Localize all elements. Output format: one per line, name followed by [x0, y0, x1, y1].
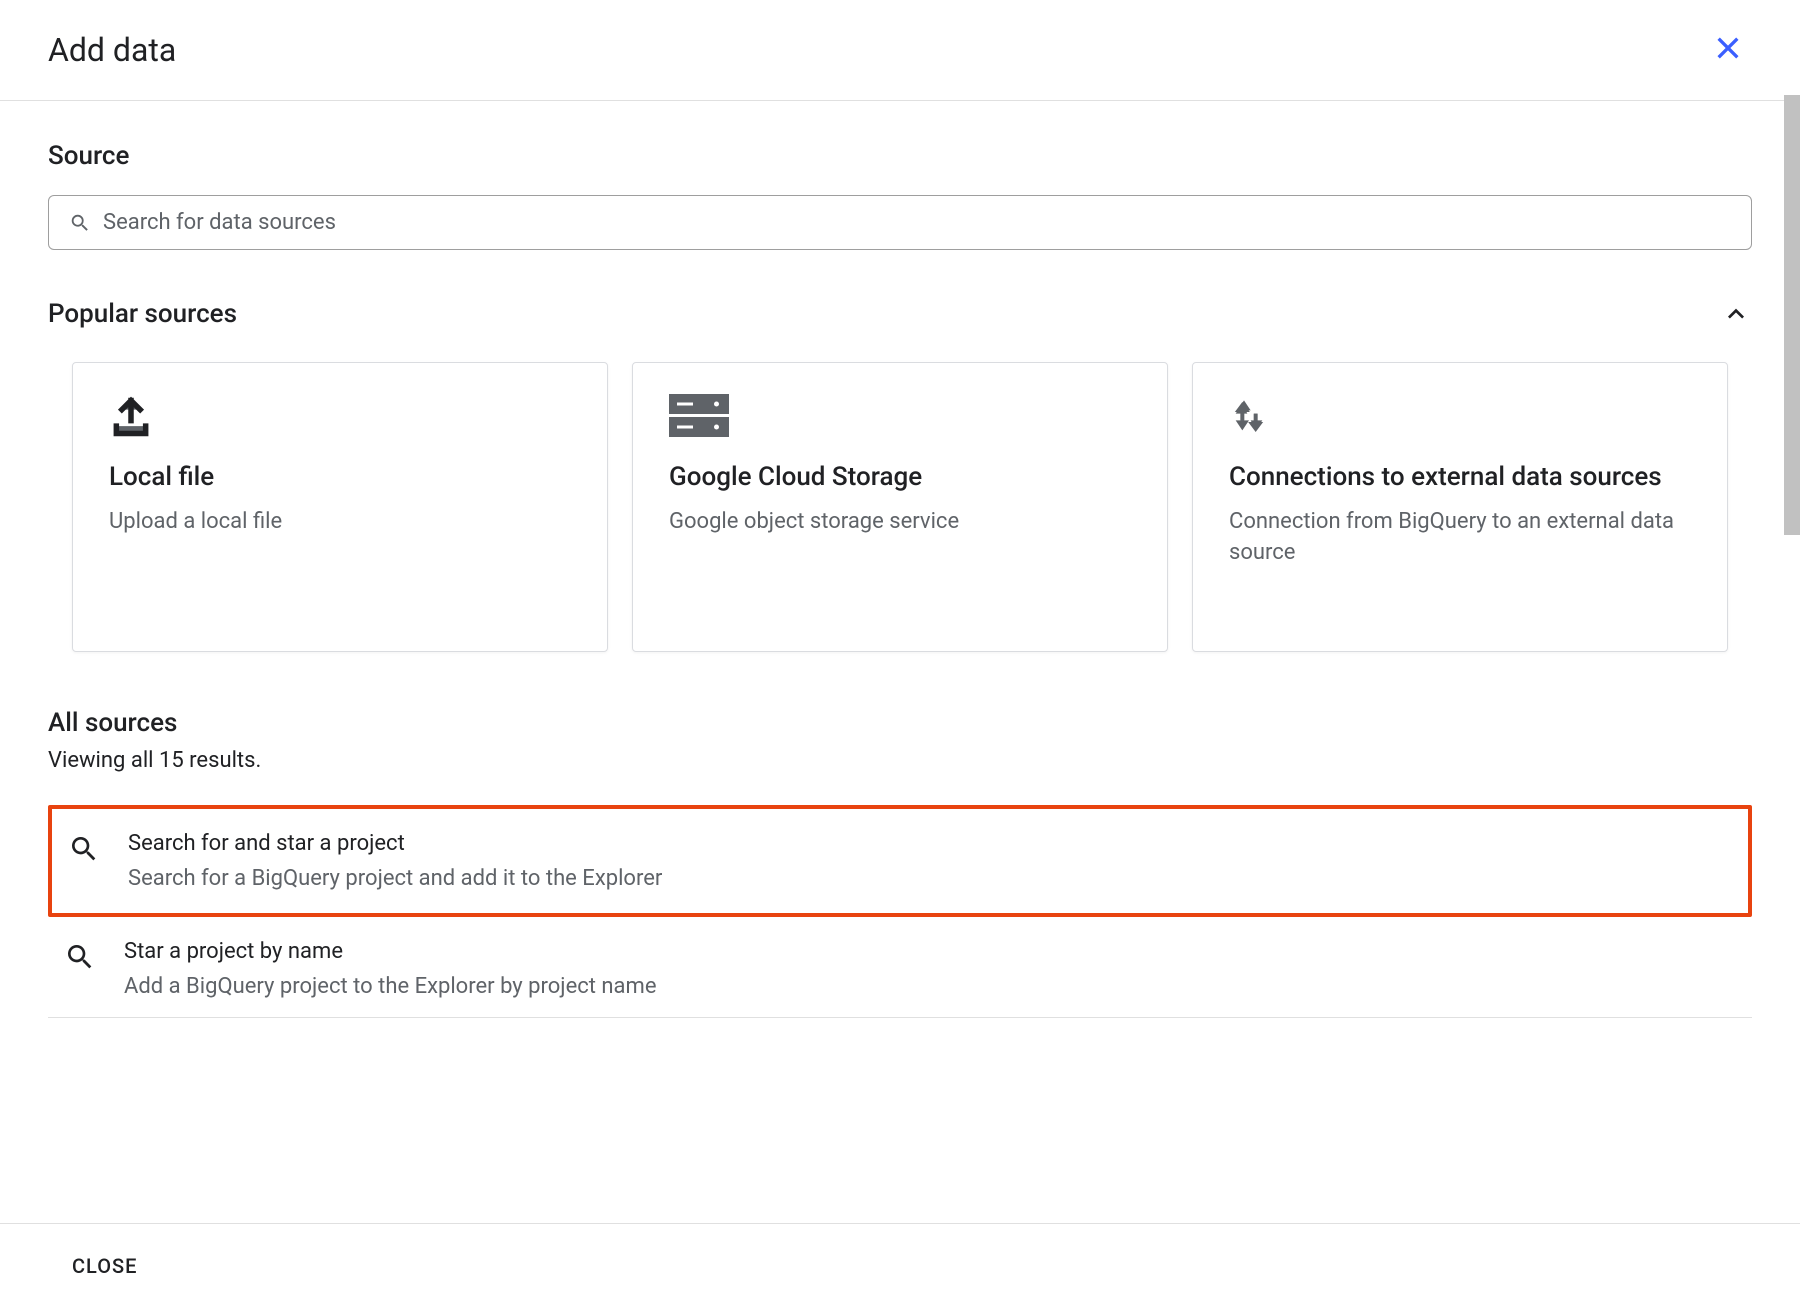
card-subtitle: Connection from BigQuery to an external … — [1229, 507, 1691, 569]
card-subtitle: Google object storage service — [669, 507, 1131, 538]
popular-sources-cards: Local file Upload a local file Google Cl… — [48, 362, 1752, 652]
source-card-external-connections[interactable]: Connections to external data sources Con… — [1192, 362, 1728, 652]
results-count: Viewing all 15 results. — [48, 748, 1752, 773]
storage-icon — [669, 395, 729, 439]
source-list-item-search-star-project[interactable]: Search for and star a project Search for… — [48, 805, 1752, 917]
list-item-subtitle: Add a BigQuery project to the Explorer b… — [124, 974, 1736, 999]
source-card-local-file[interactable]: Local file Upload a local file — [72, 362, 608, 652]
source-list-item-star-by-name[interactable]: Star a project by name Add a BigQuery pr… — [48, 921, 1752, 1018]
card-title: Connections to external data sources — [1229, 461, 1691, 495]
popular-sources-header[interactable]: Popular sources — [48, 298, 1752, 330]
search-icon — [64, 941, 96, 973]
card-title: Local file — [109, 461, 571, 495]
connection-icon — [1229, 395, 1289, 439]
search-icon — [68, 833, 100, 865]
list-item-content: Search for and star a project Search for… — [128, 831, 1732, 891]
popular-sources-title: Popular sources — [48, 299, 237, 329]
source-card-gcs[interactable]: Google Cloud Storage Google object stora… — [632, 362, 1168, 652]
search-icon — [69, 212, 91, 234]
chevron-up-icon — [1720, 298, 1752, 330]
dialog-footer: CLOSE — [0, 1223, 1800, 1308]
list-item-title: Search for and star a project — [128, 831, 1732, 856]
source-search-box[interactable] — [48, 195, 1752, 250]
list-item-subtitle: Search for a BigQuery project and add it… — [128, 866, 1732, 891]
card-subtitle: Upload a local file — [109, 507, 571, 538]
list-item-title: Star a project by name — [124, 939, 1736, 964]
all-sources-heading: All sources — [48, 708, 1752, 738]
scrollbar[interactable] — [1784, 95, 1800, 535]
close-icon[interactable] — [1704, 24, 1752, 76]
dialog-title: Add data — [48, 31, 176, 69]
list-item-content: Star a project by name Add a BigQuery pr… — [124, 939, 1736, 999]
source-label: Source — [48, 141, 1752, 171]
dialog-header: Add data — [0, 0, 1800, 101]
dialog-content: Source Popular sources Local file Upload… — [0, 101, 1800, 1201]
upload-icon — [109, 395, 169, 439]
close-button[interactable]: CLOSE — [72, 1254, 137, 1278]
source-search-input[interactable] — [103, 210, 1731, 235]
card-title: Google Cloud Storage — [669, 461, 1131, 495]
